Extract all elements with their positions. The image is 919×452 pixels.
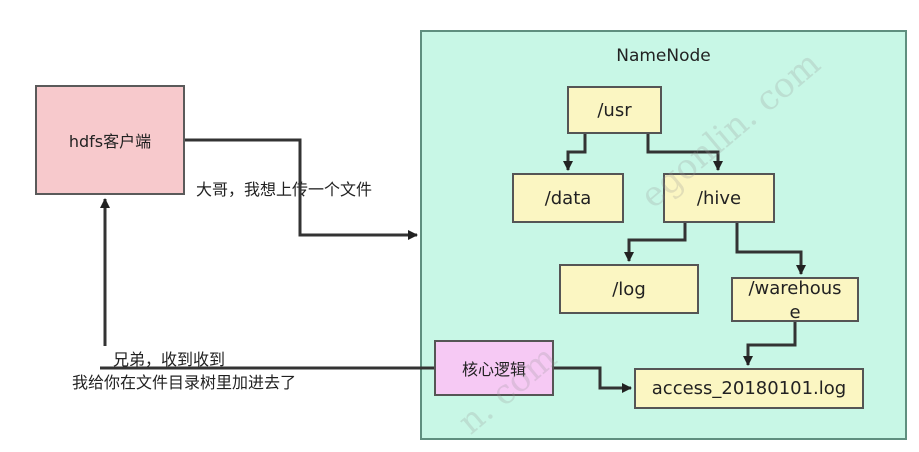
arrow-client-to-namenode [185, 138, 418, 240]
arrow-usr-to-data [563, 134, 587, 171]
arrow-warehouse-to-access [743, 322, 797, 366]
arrow-core-to-access [554, 366, 632, 393]
arrow-hive-to-log [624, 223, 687, 262]
arrow-hive-to-warehouse [735, 223, 806, 275]
